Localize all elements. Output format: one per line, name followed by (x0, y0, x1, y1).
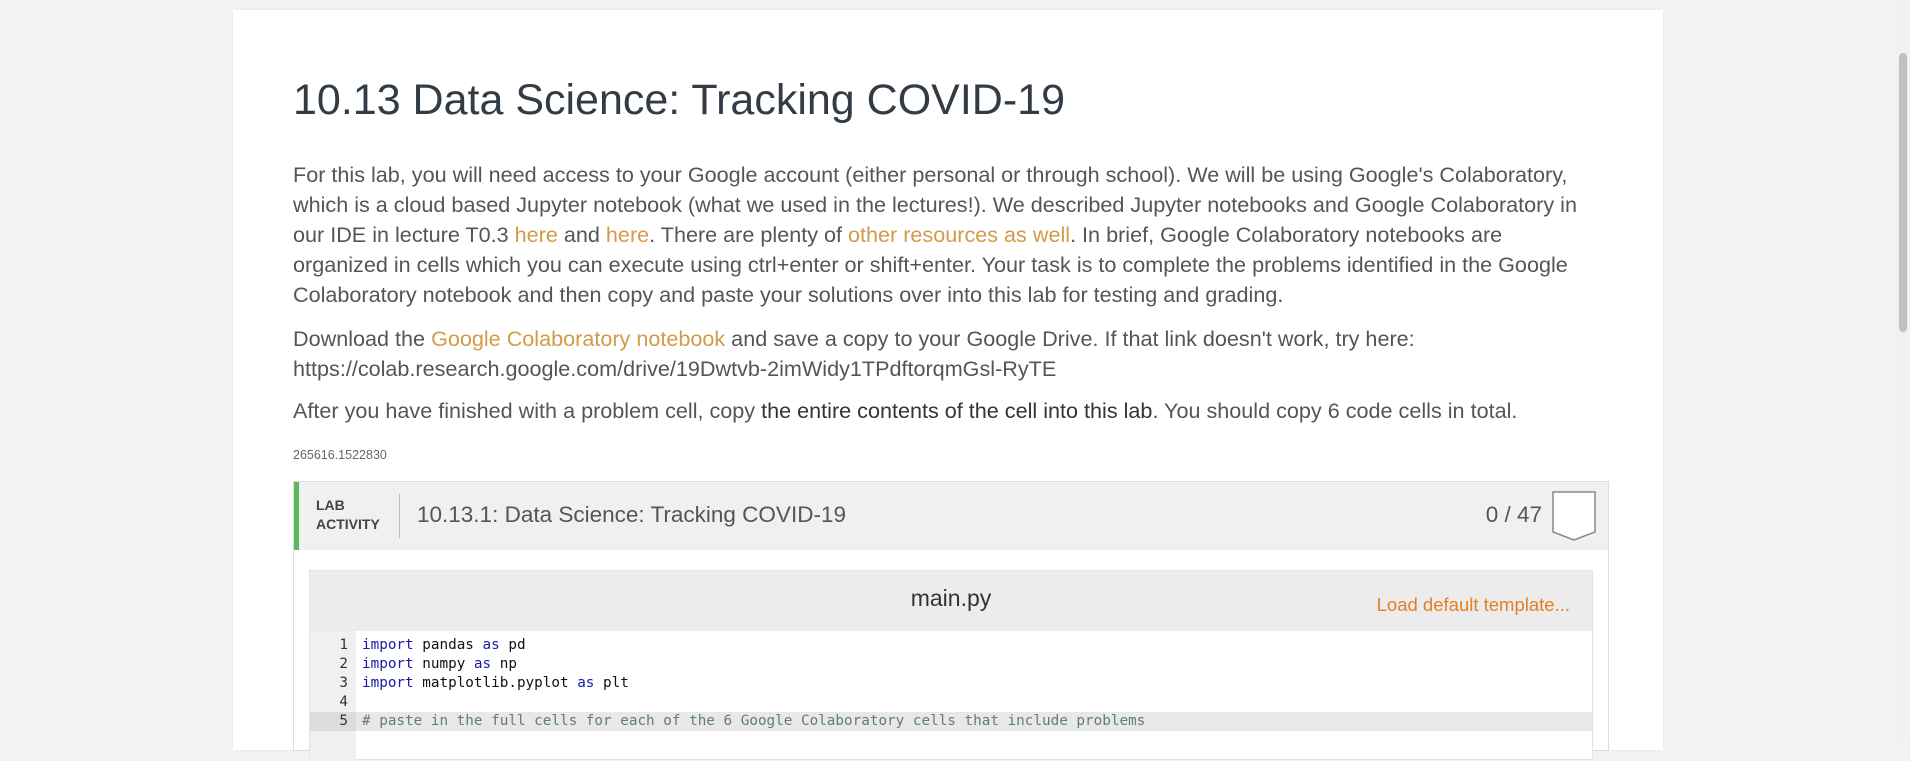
instructions-text: After you have finished with a problem c… (293, 398, 762, 423)
here-link-1[interactable]: here (515, 222, 558, 247)
code-line[interactable]: 2 import numpy as np (310, 655, 1592, 674)
code-keyword: as (482, 637, 500, 653)
here-link-2[interactable]: here (606, 222, 649, 247)
editor-toolbar: main.py Load default template... (310, 571, 1592, 631)
instructions-paragraph: After you have finished with a problem c… (293, 396, 1593, 426)
instructions-text: . You should copy 6 code cells in total. (1152, 398, 1518, 423)
download-paragraph: Download the Google Colaboratory noteboo… (293, 324, 1593, 384)
code-line[interactable]: 3 import matplotlib.pyplot as plt (310, 674, 1592, 693)
code-text: import matplotlib.pyplot as plt (362, 675, 629, 691)
code-line[interactable]: 4 (310, 693, 1592, 712)
code-text: import pandas as pd (362, 637, 526, 653)
code-editor: main.py Load default template... 1 import… (309, 570, 1593, 761)
line-number: 2 (339, 656, 348, 672)
code-keyword: import (362, 675, 414, 691)
content-card: 10.13 Data Science: Tracking COVID-19 Fo… (233, 10, 1663, 761)
scrollbar-thumb[interactable] (1899, 53, 1907, 332)
load-default-template-link[interactable]: Load default template... (1377, 594, 1570, 616)
instructions-emphasis: the entire contents of the cell into thi… (761, 398, 1153, 423)
score-badge-icon (1552, 491, 1596, 541)
code-area[interactable]: 1 import pandas as pd 2 import numpy as np 3… (310, 636, 1592, 731)
page-scrollbar[interactable] (1896, 0, 1910, 740)
colab-notebook-link[interactable]: Google Colaboratory notebook (431, 326, 725, 351)
code-comment: # paste in the full cells for each of th… (362, 713, 1146, 729)
line-number: 5 (310, 712, 356, 731)
code-keyword: import (362, 637, 414, 653)
download-text: Download the (293, 326, 432, 351)
lab-activity: LAB ACTIVITY 10.13.1: Data Science: Trac… (293, 481, 1609, 761)
intro-text: . There are plenty of (649, 222, 849, 247)
code-keyword: import (362, 656, 414, 672)
intro-text: and (557, 222, 606, 247)
code-keyword: as (577, 675, 595, 691)
code-line[interactable]: 1 import pandas as pd (310, 636, 1592, 655)
lab-divider (399, 494, 400, 538)
line-number: 3 (339, 675, 348, 691)
lab-score: 0 / 47 (1485, 502, 1542, 527)
page-title: 10.13 Data Science: Tracking COVID-19 (293, 76, 1065, 124)
intro-paragraph: For this lab, you will need access to yo… (293, 160, 1593, 310)
lab-id: 265616.1522830 (293, 448, 387, 462)
lab-tag-line1: LAB (316, 497, 345, 513)
other-resources-link[interactable]: other resources as well (848, 222, 1070, 247)
line-number: 4 (339, 694, 348, 710)
lab-tag-line2: ACTIVITY (316, 516, 380, 532)
lab-activity-tag: LAB ACTIVITY (316, 496, 386, 534)
code-text: # paste in the full cells for each of th… (362, 712, 1145, 731)
code-line[interactable]: 5 # paste in the full cells for each of t… (310, 712, 1592, 731)
lab-header: LAB ACTIVITY 10.13.1: Data Science: Trac… (294, 482, 1608, 550)
code-keyword: as (473, 656, 492, 672)
code-text: import numpy as np (362, 656, 517, 672)
lab-title: 10.13.1: Data Science: Tracking COVID-19 (417, 502, 846, 527)
line-number: 1 (339, 637, 348, 653)
